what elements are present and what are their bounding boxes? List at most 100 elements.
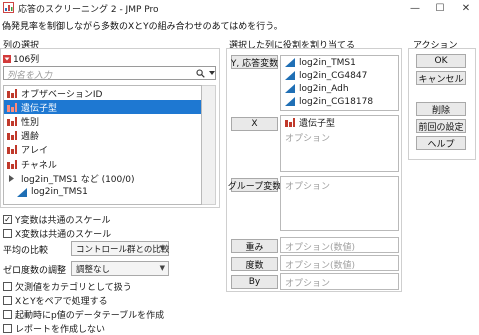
group-expand-icon[interactable] [7,174,17,183]
nominal-icon [7,159,17,169]
list-item[interactable]: 週齢 [4,129,201,143]
group-role-placeholder: オプション [285,182,331,192]
by-role-list[interactable]: オプション [280,273,399,290]
zero-adjust-select[interactable]: 調整なし ▼ [71,261,169,276]
dialog-description: 偽発見率を制御しながら多数のXとYの組み合わせのあてはめを行う。 [2,22,283,32]
column-menu-icon[interactable] [3,54,11,63]
frequency-role-list[interactable]: オプション(数値) [280,255,399,271]
continuous-icon [285,97,295,106]
y-response-button[interactable]: Y, 応答変数 [231,55,278,69]
nominal-icon [7,145,17,155]
continuous-icon [285,58,295,67]
list-item[interactable]: log2in_TMS1 [4,185,201,199]
remove-button[interactable]: 削除 [416,102,466,116]
window-title: 応答のスクリーニング 2 - JMP Pro [18,5,159,15]
weight-role-placeholder: オプション(数値) [285,243,356,253]
role-item[interactable]: log2in_TMS1 [281,56,398,69]
checkbox-label: 起動時にp値のデータテーブルを作成 [15,311,165,321]
no-report-checkbox[interactable]: レポートを作成しない [3,322,105,335]
select-value: コントロール群との比較 [76,244,170,255]
mean-comparison-label: 平均の比較 [3,246,49,256]
jmp-app-icon [3,2,14,13]
role-item-label: 遺伝子型 [299,119,336,129]
y-role-list[interactable]: log2in_TMS1 log2in_CG4847 log2in_Adh log… [280,55,399,111]
x-common-scale-checkbox[interactable]: X変数は共通のスケール [3,227,111,240]
list-item[interactable]: オブザベーションID [4,86,201,100]
role-item-label: log2in_Adh [299,83,349,94]
column-search-input[interactable]: 列名を入力 [3,66,216,81]
chevron-down-icon: ▼ [159,244,165,252]
role-item[interactable]: 遺伝子型 [281,116,398,129]
search-icon[interactable] [196,69,205,78]
chevron-down-icon: ▼ [159,264,165,272]
help-button[interactable]: ヘルプ [416,136,466,150]
checkbox-box[interactable] [3,324,12,333]
list-item-label: 性別 [21,117,40,128]
list-item-label: 遺伝子型 [21,103,58,114]
checkbox-box[interactable] [3,296,12,305]
checkbox-box[interactable] [3,229,12,238]
column-list[interactable]: オブザベーションID 遺伝子型 性別 週齢 アレイ チャネル log2in_TM… [3,85,202,205]
chevron-down-icon[interactable] [209,71,215,76]
list-item-label: オブザベーションID [21,89,103,100]
weight-role-list[interactable]: オプション(数値) [280,237,399,253]
x-role-placeholder: オプション [285,134,331,144]
close-icon: ✕ [461,2,471,14]
role-item-label: log2in_CG18178 [299,96,374,107]
list-item-label: アレイ [21,146,49,157]
list-item-group[interactable]: log2in_TMS1 など (100/0) [4,171,201,185]
checkbox-box[interactable]: ✓ [3,215,12,224]
checkbox-label: Y変数は共通のスケール [15,216,111,226]
zero-adjust-label: ゼロ度数の調整 [3,266,67,276]
weight-button[interactable]: 重み [231,239,278,253]
cancel-button[interactable]: キャンセル [416,71,466,85]
select-value: 調整なし [76,264,111,275]
missing-as-category-checkbox[interactable]: 欠測値をカテゴリとして扱う [3,280,132,293]
y-common-scale-checkbox[interactable]: ✓ Y変数は共通のスケール [3,213,111,226]
column-list-scrollbar[interactable] [202,85,216,205]
minimize-icon: — [410,2,420,14]
list-item[interactable]: チャネル [4,157,201,171]
ok-button[interactable]: OK [416,54,466,68]
role-item-label: log2in_TMS1 [299,57,356,68]
nominal-icon [7,131,17,141]
list-item-label: チャネル [21,160,57,171]
checkbox-box[interactable] [3,282,12,291]
nominal-icon [7,116,17,126]
checkbox-label: X変数は共通のスケール [15,230,112,240]
list-item[interactable]: 性別 [4,114,201,128]
role-item[interactable]: log2in_CG18178 [281,95,398,108]
recall-button[interactable]: 前回の設定 [416,119,466,133]
continuous-icon [285,71,295,80]
role-item[interactable]: log2in_Adh [281,82,398,95]
x-button[interactable]: X [231,117,278,131]
list-item[interactable]: アレイ [4,143,201,157]
maximize-icon: ☐ [435,2,445,14]
checkbox-label: 欠測値をカテゴリとして扱う [15,283,132,293]
column-count[interactable]: 106列 [3,52,39,65]
checkbox-label: レポートを作成しない [15,325,106,335]
maximize-button[interactable]: ☐ [429,0,451,16]
mean-comparison-select[interactable]: コントロール群との比較 ▼ [71,241,169,256]
search-placeholder: 列名を入力 [7,71,53,81]
by-button[interactable]: By [231,275,278,289]
pvalue-table-checkbox[interactable]: 起動時にp値のデータテーブルを作成 [3,308,164,321]
x-role-list[interactable]: 遺伝子型 オプション [280,115,399,172]
close-button[interactable]: ✕ [455,0,477,16]
list-item-label: log2in_TMS1 など (100/0) [21,174,135,185]
continuous-icon [285,84,295,93]
list-item-selected[interactable]: 遺伝子型 [4,100,201,115]
group-role-list[interactable]: オプション [280,176,399,231]
frequency-button[interactable]: 度数 [231,257,278,271]
checkbox-box[interactable] [3,310,12,319]
pair-xy-checkbox[interactable]: XとYをペアで処理する [3,294,108,307]
list-item-label: log2in_TMS1 [31,187,88,198]
role-item[interactable]: log2in_CG4847 [281,69,398,82]
list-item-label: 週齢 [21,132,40,143]
continuous-icon [17,187,27,197]
minimize-button[interactable]: — [404,0,426,16]
checkbox-label: XとYをペアで処理する [15,297,108,307]
column-count-label: 106列 [13,55,40,65]
nominal-icon [7,102,17,112]
group-button[interactable]: グループ変数 [228,178,281,192]
